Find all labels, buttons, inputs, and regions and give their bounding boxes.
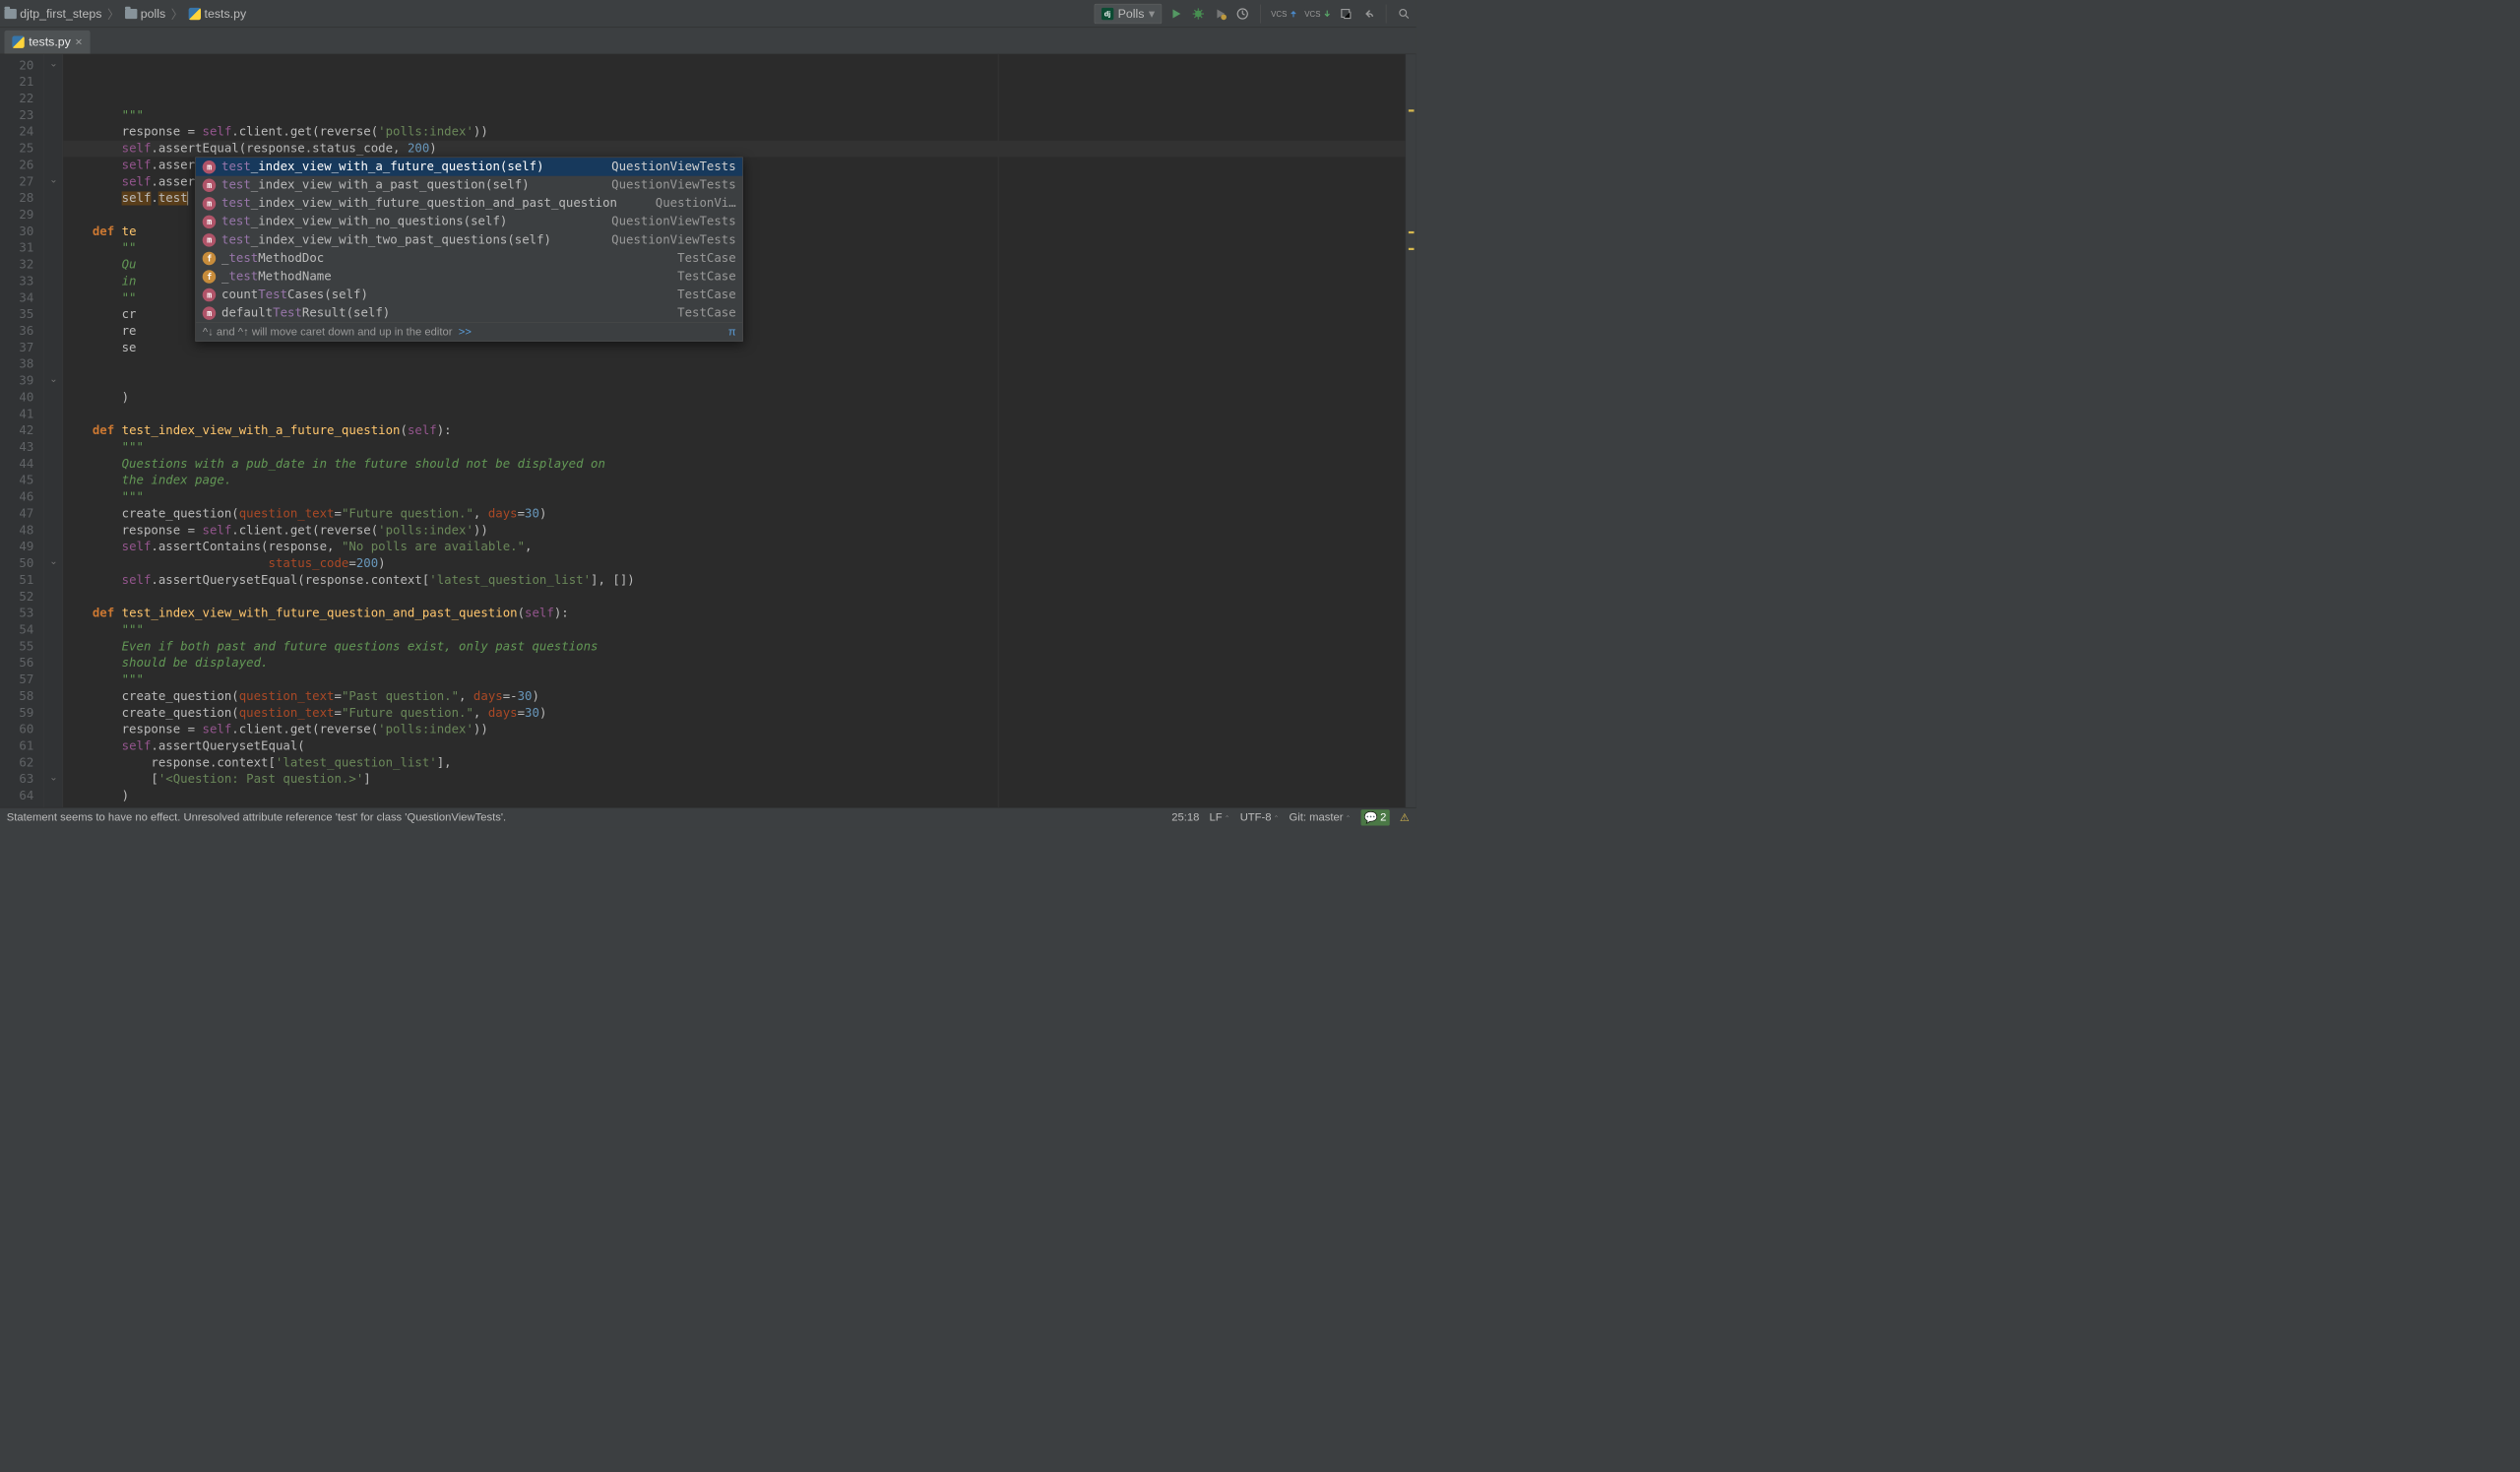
completion-signature: test_index_view_with_two_past_questions(… bbox=[221, 231, 605, 248]
completion-signature: _testMethodName bbox=[221, 268, 671, 285]
completion-class: QuestionViewTests bbox=[611, 231, 736, 248]
completion-class: QuestionViewTests bbox=[611, 214, 736, 230]
profiler-button[interactable] bbox=[1235, 6, 1251, 22]
code-area[interactable]: """ response = self.client.get(reverse('… bbox=[63, 54, 1405, 807]
completion-item[interactable]: m test_index_view_with_two_past_questions… bbox=[196, 230, 742, 249]
gutter-folding[interactable]: ⌄ ⌄ ⌄ ⌄ ⌄ bbox=[44, 54, 63, 807]
completion-class: QuestionVi… bbox=[656, 195, 736, 212]
completion-class: TestCase bbox=[677, 287, 736, 303]
editor-tab[interactable]: tests.py × bbox=[4, 31, 90, 54]
folder-icon bbox=[4, 9, 16, 19]
completion-class: QuestionViewTests bbox=[611, 177, 736, 194]
undo-button[interactable] bbox=[1360, 6, 1376, 22]
vcs-commit[interactable]: VCS bbox=[1304, 9, 1331, 18]
tab-close-icon[interactable]: × bbox=[75, 34, 82, 49]
completion-signature: test_index_view_with_a_past_question(sel… bbox=[221, 177, 605, 194]
file-encoding[interactable]: UTF-8⌃ bbox=[1240, 811, 1280, 824]
navigation-bar: djtp_first_steps〉polls〉tests.py dj Polls… bbox=[0, 0, 1417, 28]
run-button[interactable] bbox=[1168, 6, 1184, 22]
caret-position[interactable]: 25:18 bbox=[1171, 811, 1199, 824]
breadcrumb-item[interactable]: tests.py bbox=[189, 6, 246, 21]
coverage-button[interactable] bbox=[1213, 6, 1228, 22]
fold-toggle-icon[interactable]: ⌄ bbox=[47, 373, 59, 385]
gutter-line-numbers[interactable]: 20 21 22 23 24 25 26 27 28 29 30 31 32 3… bbox=[0, 54, 44, 807]
completion-item[interactable]: m defaultTestResult(self) TestCase bbox=[196, 304, 742, 323]
completion-signature: test_index_view_with_no_questions(self) bbox=[221, 214, 605, 230]
completion-class: TestCase bbox=[677, 304, 736, 321]
completion-hint-link[interactable]: >> bbox=[459, 326, 472, 338]
completion-item[interactable]: m test_index_view_with_future_question_an… bbox=[196, 194, 742, 213]
scrollbar-warning-marker[interactable] bbox=[1409, 109, 1415, 111]
method-icon: m bbox=[203, 233, 216, 246]
ide-errors-widget[interactable]: ⚠ bbox=[1400, 810, 1410, 824]
search-everywhere-button[interactable] bbox=[1396, 6, 1412, 22]
method-icon: m bbox=[203, 160, 216, 173]
completion-signature: _testMethodDoc bbox=[221, 250, 671, 267]
breadcrumb-label: tests.py bbox=[205, 6, 247, 21]
method-icon: m bbox=[203, 306, 216, 319]
scrollbar-warning-marker[interactable] bbox=[1409, 248, 1415, 250]
breadcrumb[interactable]: djtp_first_steps〉polls〉tests.py bbox=[4, 5, 246, 23]
python-file-icon bbox=[189, 8, 201, 20]
method-icon: m bbox=[203, 288, 216, 301]
field-icon: f bbox=[203, 251, 216, 264]
vertical-scrollbar[interactable] bbox=[1405, 54, 1416, 807]
field-icon: f bbox=[203, 270, 216, 283]
completion-signature: countTestCases(self) bbox=[221, 287, 671, 303]
editor[interactable]: 20 21 22 23 24 25 26 27 28 29 30 31 32 3… bbox=[0, 54, 1417, 807]
chevron-down-icon: ▾ bbox=[1149, 6, 1155, 21]
completion-signature: test_index_view_with_a_future_question(s… bbox=[221, 159, 605, 175]
completion-item[interactable]: m test_index_view_with_no_questions(self)… bbox=[196, 213, 742, 231]
completion-class: TestCase bbox=[677, 250, 736, 267]
folder-icon bbox=[125, 9, 137, 19]
method-icon: m bbox=[203, 215, 216, 227]
run-config-name: Polls bbox=[1118, 6, 1145, 21]
breadcrumb-label: djtp_first_steps bbox=[20, 6, 101, 21]
breadcrumb-item[interactable]: polls bbox=[125, 6, 165, 21]
run-configuration-selector[interactable]: dj Polls ▾ bbox=[1094, 4, 1162, 24]
method-icon: m bbox=[203, 178, 216, 191]
scrollbar-warning-marker[interactable] bbox=[1409, 231, 1415, 233]
breadcrumb-label: polls bbox=[141, 6, 165, 21]
completion-class: QuestionViewTests bbox=[611, 159, 736, 175]
completion-hint: ^↓ and ^↑ will move caret down and up in… bbox=[196, 322, 742, 341]
completion-signature: defaultTestResult(self) bbox=[221, 304, 671, 321]
completion-class: TestCase bbox=[677, 268, 736, 285]
code-completion-popup[interactable]: m test_index_view_with_a_future_question(… bbox=[196, 158, 743, 342]
editor-tabs: tests.py × bbox=[0, 28, 1417, 54]
notifications-widget[interactable]: 💬2 bbox=[1361, 809, 1390, 825]
breadcrumb-item[interactable]: djtp_first_steps bbox=[4, 6, 101, 21]
tab-label: tests.py bbox=[29, 34, 71, 49]
git-branch[interactable]: Git: master⌃ bbox=[1290, 811, 1352, 824]
vcs-history-button[interactable] bbox=[1338, 6, 1354, 22]
python-file-icon bbox=[12, 36, 24, 48]
fold-toggle-icon[interactable]: ⌄ bbox=[47, 173, 59, 185]
vcs-update[interactable]: VCS bbox=[1271, 9, 1297, 18]
status-bar: Statement seems to have no effect. Unres… bbox=[0, 807, 1417, 827]
toolbar-right: dj Polls ▾ VCS VCS bbox=[1094, 4, 1412, 24]
method-icon: m bbox=[203, 197, 216, 210]
completion-item[interactable]: f _testMethodName TestCase bbox=[196, 267, 742, 286]
completion-signature: test_index_view_with_future_question_and… bbox=[221, 195, 650, 212]
fold-toggle-icon[interactable]: ⌄ bbox=[47, 57, 59, 69]
completion-item[interactable]: m test_index_view_with_a_past_question(se… bbox=[196, 176, 742, 195]
completion-item[interactable]: m countTestCases(self) TestCase bbox=[196, 286, 742, 304]
completion-item[interactable]: m test_index_view_with_a_future_question(… bbox=[196, 158, 742, 176]
completion-item[interactable]: f _testMethodDoc TestCase bbox=[196, 249, 742, 268]
debug-button[interactable] bbox=[1191, 6, 1207, 22]
line-separator[interactable]: LF⌃ bbox=[1210, 811, 1230, 824]
fold-toggle-icon[interactable]: ⌄ bbox=[47, 771, 59, 783]
django-icon: dj bbox=[1102, 8, 1113, 20]
fold-toggle-icon[interactable]: ⌄ bbox=[47, 555, 59, 567]
inspection-message[interactable]: Statement seems to have no effect. Unres… bbox=[7, 811, 506, 823]
